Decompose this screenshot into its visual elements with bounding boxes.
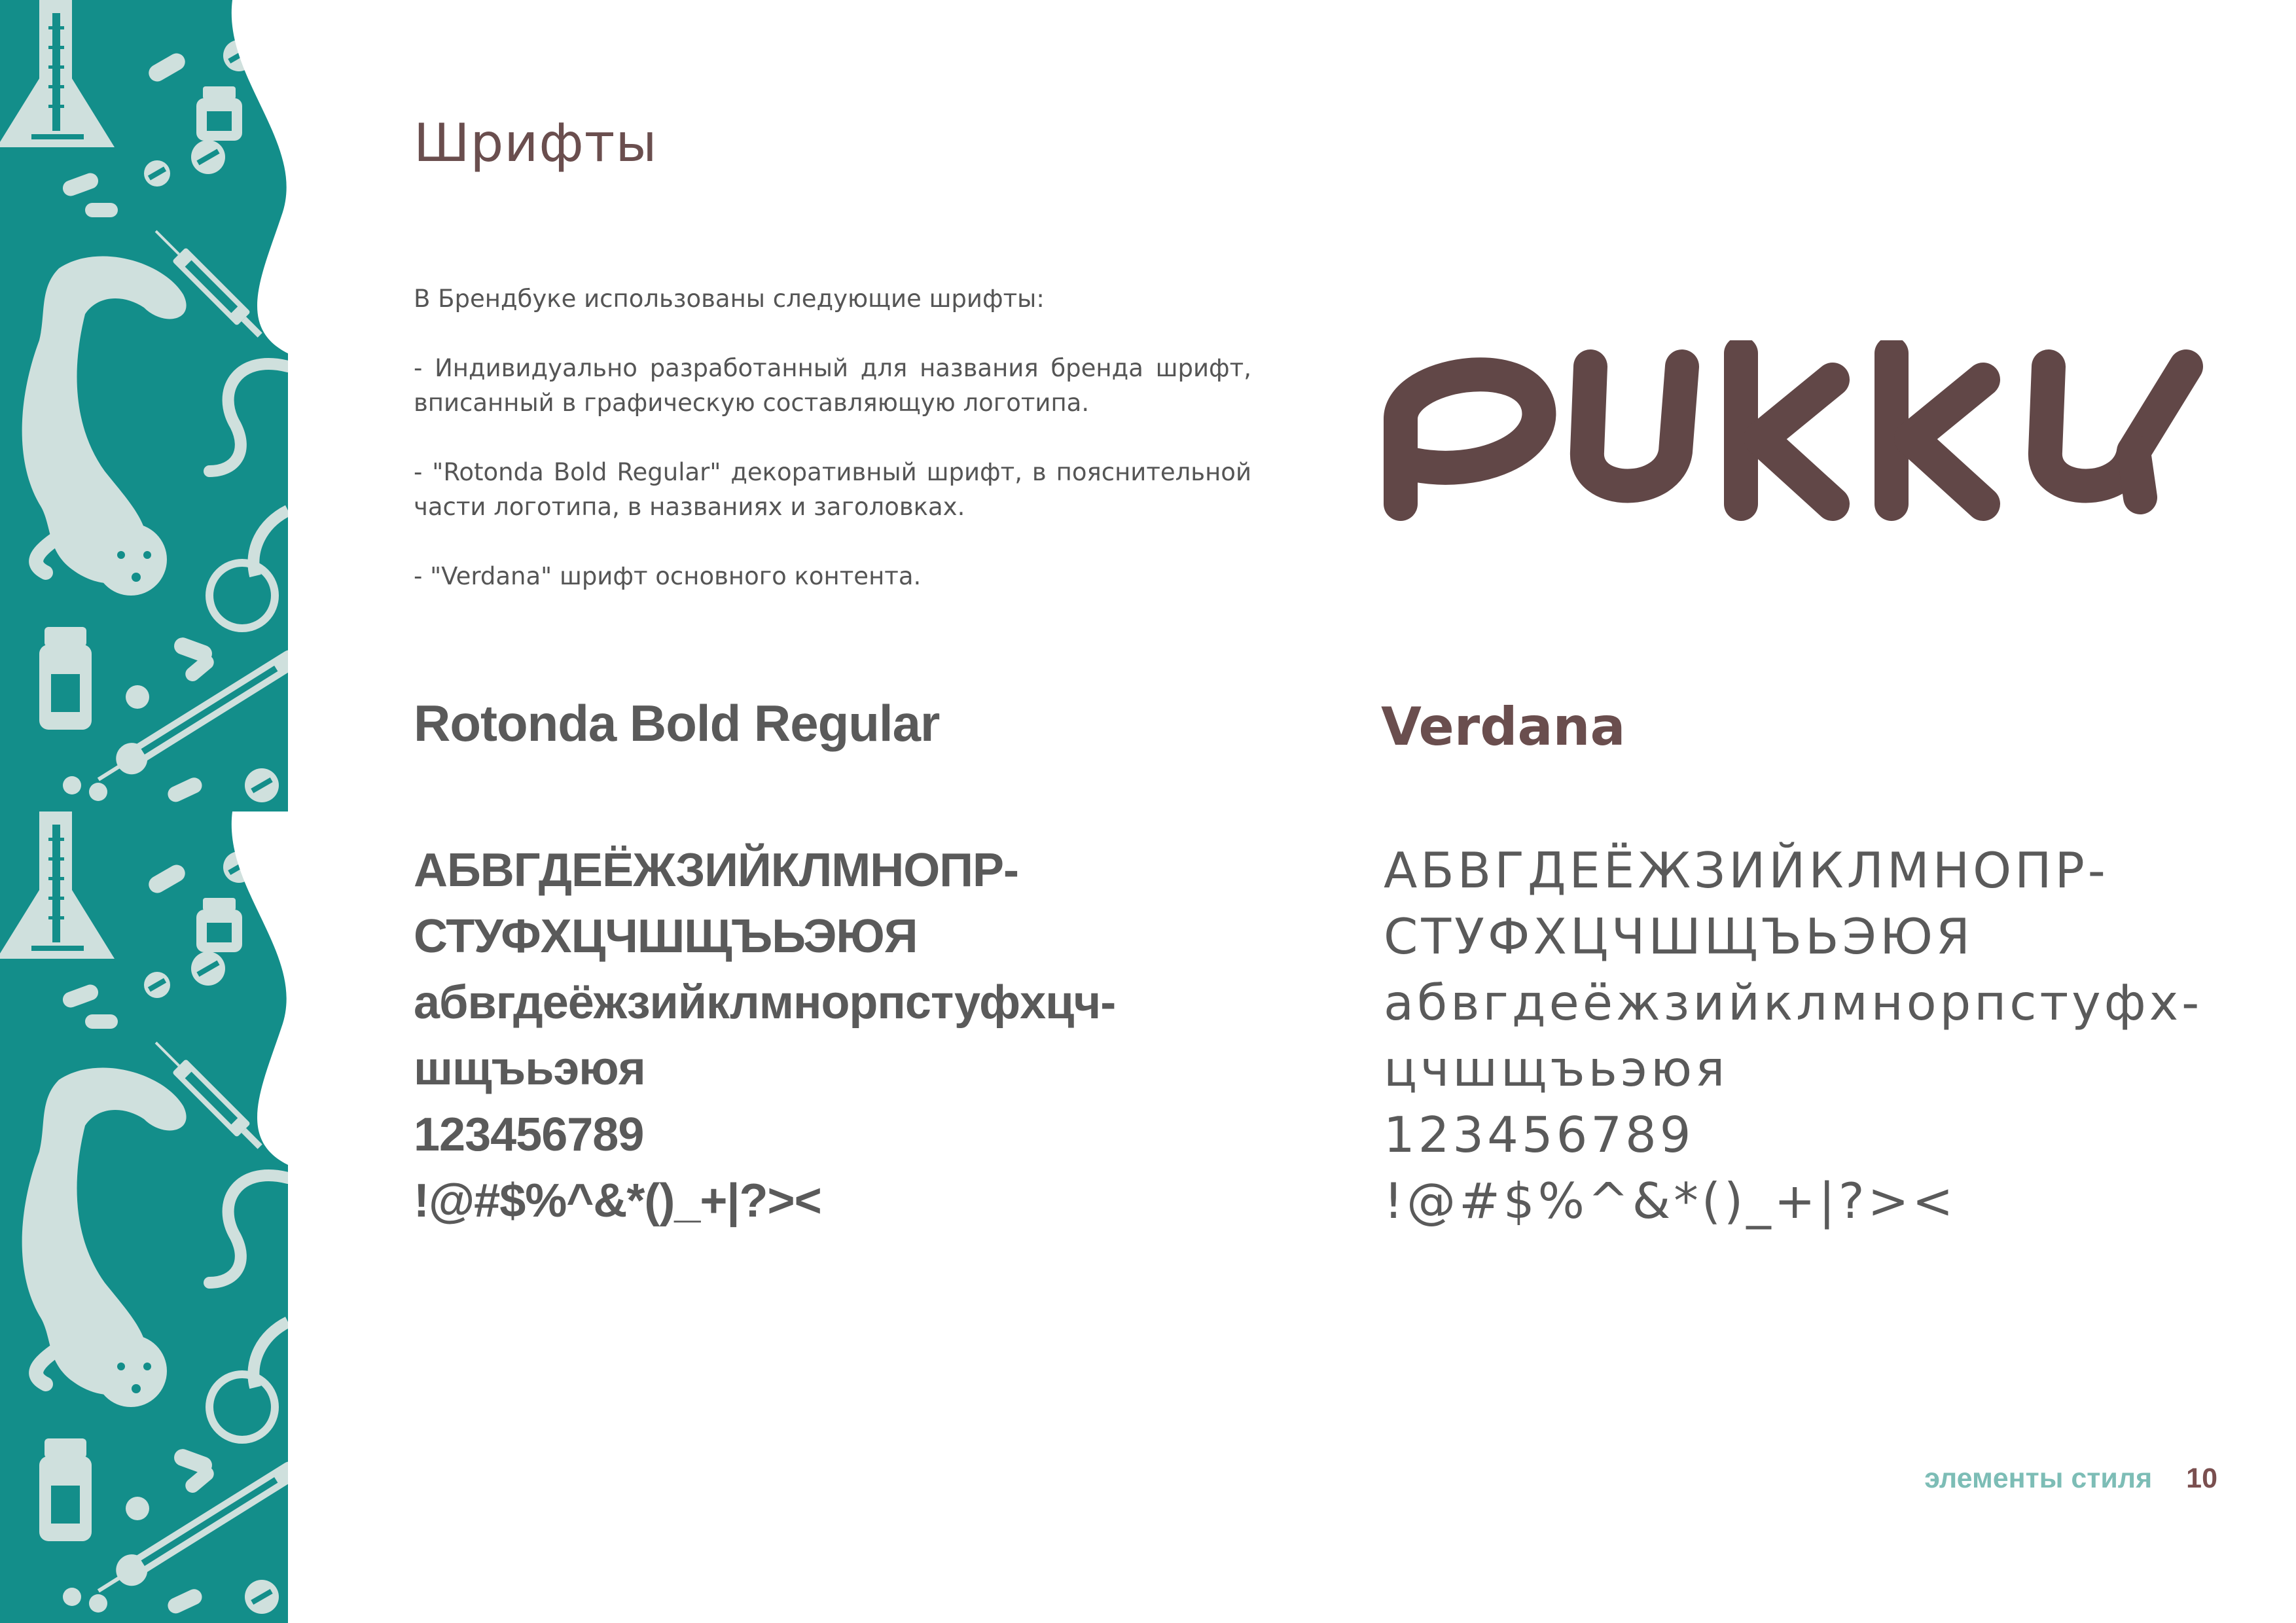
specimen-line: АБВГДЕЁЖЗИЙКЛМНОПР- — [1384, 842, 2109, 899]
rotonda-font-title: Rotonda Bold Regular — [414, 694, 940, 752]
page-footer: элементы стиля 10 — [1924, 1463, 2217, 1495]
rotonda-specimen: АБВГДЕЁЖЗИЙКЛМНОПР- СТУФХЦЧШЩЪЬЭЮЯ абвгд… — [414, 838, 1278, 1234]
page-number: 10 — [2186, 1463, 2217, 1494]
decorative-sidebar — [0, 0, 288, 1623]
verdana-specimen: АБВГДЕЁЖЗИЙКЛМНОПР- СТУФХЦЧШЩЪЬЭЮЯ абвгд… — [1384, 838, 2261, 1234]
specimen-line: !@#$%^&*()_+|?>< — [1384, 1172, 1957, 1230]
specimen-line: АБВГДЕЁЖЗИЙКЛМНОПР- — [414, 844, 1019, 897]
specimen-line: цчшщъьэюя — [1384, 1040, 1729, 1097]
specimen-line: шщъьэюя — [414, 1043, 646, 1095]
specimen-line: СТУФХЦЧШЩЪЬЭЮЯ — [1384, 908, 1974, 965]
brand-logo — [1384, 340, 2203, 521]
verdana-font-title: Verdana — [1381, 696, 1626, 757]
specimen-line: абвгдеёжзийклмнорпстуфхцч- — [414, 976, 1116, 1029]
specimen-line: !@#$%^&*()_+|?>< — [414, 1175, 822, 1227]
section-label: элементы стиля — [1924, 1463, 2153, 1494]
intro-paragraph: - Индивидуально разработанный для назван… — [414, 354, 1251, 417]
intro-paragraph: - "Rotonda Bold Regular" декоративный шр… — [414, 458, 1251, 521]
specimen-line: 123456789 — [414, 1109, 644, 1161]
specimen-line: абвгдеёжзийклмнорпстуфх- — [1384, 974, 2203, 1031]
specimen-line: СТУФХЦЧШЩЪЬЭЮЯ — [414, 910, 918, 963]
page-title: Шрифты — [414, 113, 658, 173]
intro-paragraph: В Брендбуке использованы следующие шрифт… — [414, 285, 1045, 313]
intro-text: В Брендбуке использованы следующие шрифт… — [414, 281, 1251, 594]
specimen-line: 123456789 — [1384, 1106, 1695, 1164]
intro-paragraph: - "Verdana" шрифт основного контента. — [414, 562, 922, 590]
